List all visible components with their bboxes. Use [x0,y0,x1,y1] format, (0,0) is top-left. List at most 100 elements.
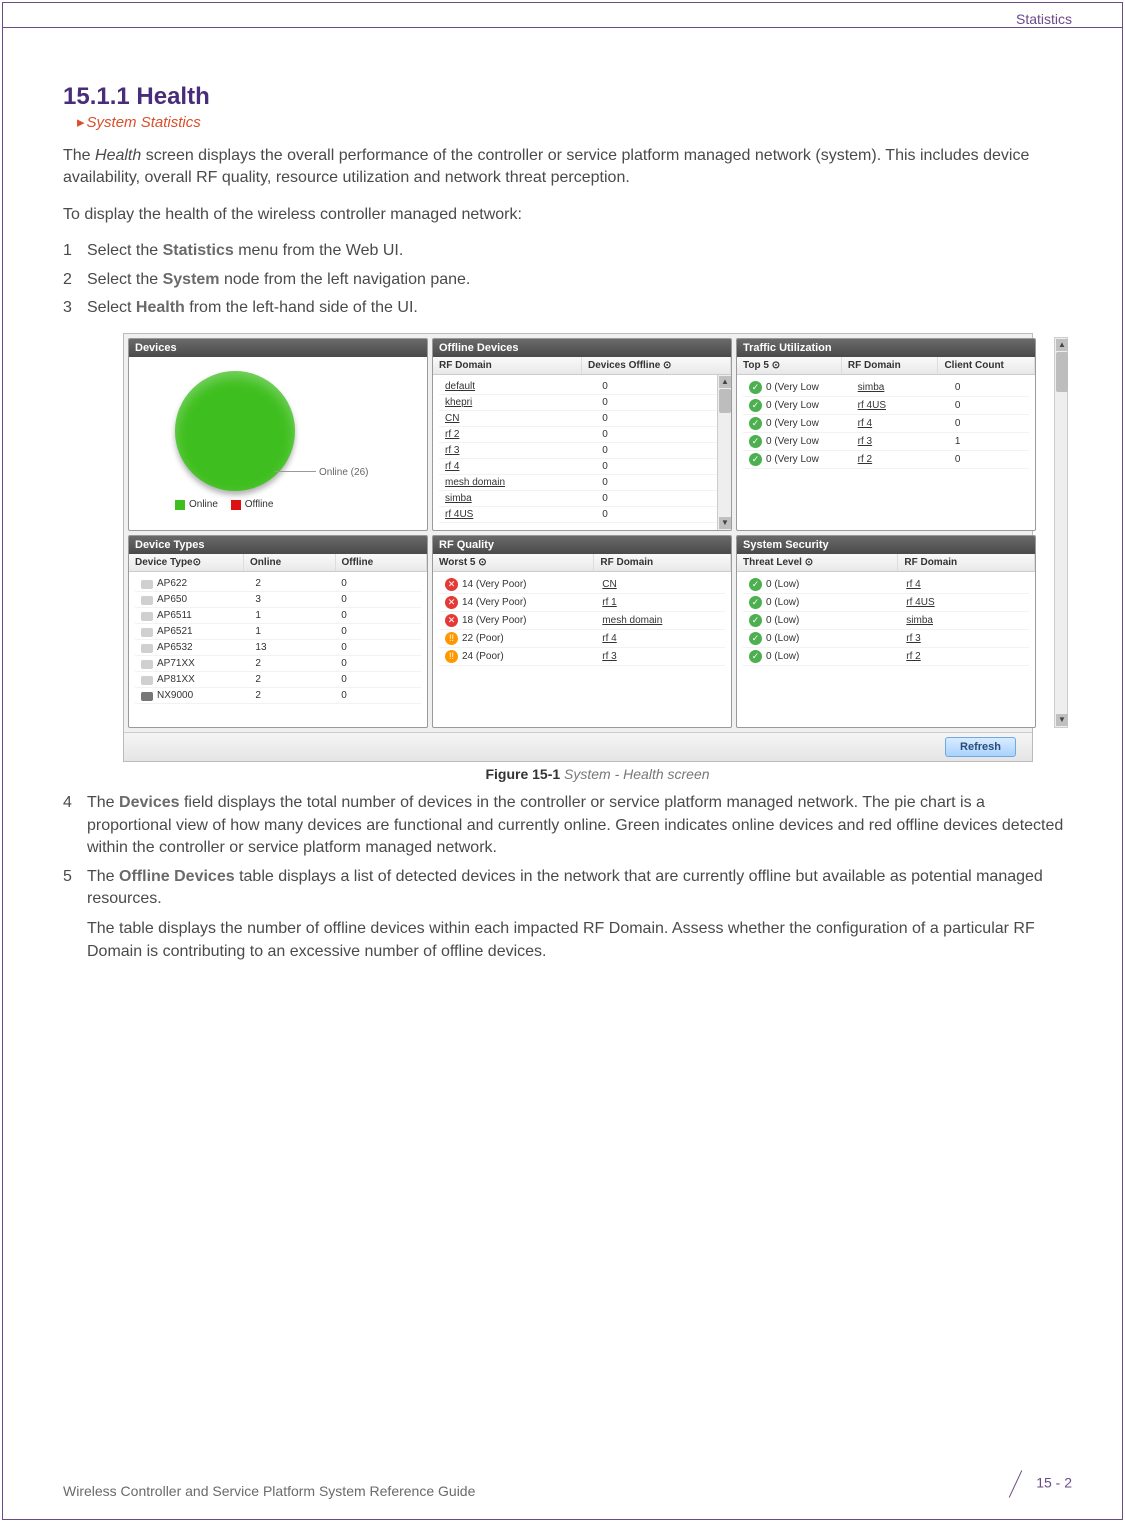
col-threat-level[interactable]: Threat Level ⊙ [737,554,898,571]
table-row[interactable]: AP65030 [135,592,421,608]
rf-domain-link[interactable]: CN [602,579,616,590]
table-row[interactable]: !!24 (Poor)rf 3 [439,648,725,666]
sort-icon[interactable]: ⊙ [805,557,813,568]
table-row[interactable]: ✓0 (Very Lowrf 20 [743,451,1029,469]
rf-domain-link[interactable]: rf 4 [858,418,872,429]
rf-domain-link[interactable]: mesh domain [445,477,505,488]
scroll-up-icon[interactable]: ▲ [1056,339,1068,351]
section-title: 15.1.1 Health [63,83,1072,111]
column-headers[interactable]: Top 5 ⊙ RF Domain Client Count [737,357,1035,375]
rf-domain-link[interactable]: simba [858,382,885,393]
col-offline[interactable]: Offline [336,554,427,571]
col-device-type[interactable]: Device Type⊙ [129,554,244,571]
table-row[interactable]: ✕18 (Very Poor)mesh domain [439,612,725,630]
col-online[interactable]: Online [244,554,335,571]
table-row[interactable]: AP652110 [135,624,421,640]
table-row[interactable]: mesh domain0 [439,475,725,491]
column-headers[interactable]: Worst 5 ⊙ RF Domain [433,554,731,572]
rf-domain-link[interactable]: rf 3 [602,651,616,662]
rf-domain-link[interactable]: CN [445,413,459,424]
rf-domain-link[interactable]: simba [445,493,472,504]
table-row[interactable]: rf 40 [439,459,725,475]
col-top5[interactable]: Top 5 ⊙ [737,357,842,374]
sort-icon[interactable]: ⊙ [772,360,780,371]
check-icon: ✓ [749,632,762,645]
table-row[interactable]: ✓0 (Low)simba [743,612,1029,630]
rf-domain-link[interactable]: rf 4US [445,509,473,520]
rf-domain-link[interactable]: khepri [445,397,472,408]
cell-value: 2 [249,656,335,672]
pie-chart [175,371,295,491]
rf-domain-link[interactable]: rf 3 [858,436,872,447]
rf-domain-link[interactable]: rf 2 [906,651,920,662]
col-rf-domain[interactable]: RF Domain [898,554,1035,571]
col-rf-domain[interactable]: RF Domain [842,357,939,374]
sort-icon[interactable]: ⊙ [663,360,671,371]
cell-value: 0 [335,576,421,592]
table-row[interactable]: AP6532130 [135,640,421,656]
column-headers[interactable]: RF Domain Devices Offline ⊙ [433,357,731,375]
table-row[interactable]: AP651110 [135,608,421,624]
table-row[interactable]: rf 4US 0 [439,507,725,523]
table-row[interactable]: ✓0 (Low)rf 4 [743,576,1029,594]
rf-domain-link[interactable]: rf 4 [602,633,616,644]
table-row[interactable]: AP71XX20 [135,656,421,672]
rf-domain-link[interactable]: rf 1 [602,597,616,608]
scroll-up-icon[interactable]: ▲ [719,376,731,388]
table-row[interactable]: AP81XX20 [135,672,421,688]
footer-guide-title: Wireless Controller and Service Platform… [63,1483,475,1499]
table-row[interactable]: !!22 (Poor)rf 4 [439,630,725,648]
panel-title: Traffic Utilization [737,339,1035,357]
scroll-down-icon[interactable]: ▼ [1056,714,1068,726]
col-rf-domain[interactable]: RF Domain [594,554,731,571]
refresh-button[interactable]: Refresh [945,737,1016,757]
rf-domain-link[interactable]: rf 4 [906,579,920,590]
table-row[interactable]: ✓0 (Very Lowrf 4US0 [743,397,1029,415]
col-devices-offline[interactable]: Devices Offline ⊙ [582,357,731,374]
rf-domain-link[interactable]: rf 4 [445,461,459,472]
rf-domain-link[interactable]: rf 2 [445,429,459,440]
table-row[interactable]: ✓0 (Very Lowrf 31 [743,433,1029,451]
sort-icon[interactable]: ⊙ [193,557,201,568]
cell-value: 0 [596,395,725,411]
table-row[interactable]: rf 20 [439,427,725,443]
step-text: The [87,794,119,811]
rf-domain-link[interactable]: rf 3 [445,445,459,456]
table-row[interactable]: NX900020 [135,688,421,704]
col-rf-domain[interactable]: RF Domain [433,357,582,374]
scroll-thumb[interactable] [719,389,731,413]
table-row[interactable]: CN0 [439,411,725,427]
table-row[interactable]: khepri 0 [439,395,725,411]
table-row[interactable]: ✓0 (Low)rf 3 [743,630,1029,648]
breadcrumb: System Statistics [77,113,1072,131]
column-headers[interactable]: Threat Level ⊙ RF Domain [737,554,1035,572]
table-row[interactable]: ✓0 (Low)rf 4US [743,594,1029,612]
scroll-thumb[interactable] [1056,352,1068,392]
table-row[interactable]: AP62220 [135,576,421,592]
table-row[interactable]: rf 30 [439,443,725,459]
table-row[interactable]: default0 [439,379,725,395]
table-row[interactable]: ✓0 (Very Lowrf 40 [743,415,1029,433]
table-row[interactable]: ✕14 (Very Poor)CN [439,576,725,594]
panel-body: ✕14 (Very Poor)CN✕14 (Very Poor)rf 1✕18 … [433,572,731,727]
status-icon: ✕ [445,596,458,609]
column-headers[interactable]: Device Type⊙ Online Offline [129,554,427,572]
table-row[interactable]: ✓0 (Very Lowsimba0 [743,379,1029,397]
rf-domain-link[interactable]: rf 4US [858,400,886,411]
scrollbar[interactable]: ▲ ▼ [717,375,731,530]
col-worst5[interactable]: Worst 5 ⊙ [433,554,594,571]
rf-domain-link[interactable]: simba [906,615,933,626]
table-row[interactable]: ✓0 (Low)rf 2 [743,648,1029,666]
rf-domain-link[interactable]: default [445,381,475,392]
rf-domain-link[interactable]: rf 3 [906,633,920,644]
rf-domain-link[interactable]: mesh domain [602,615,662,626]
rf-domain-link[interactable]: rf 4US [906,597,934,608]
rf-domain-link[interactable]: rf 2 [858,454,872,465]
sort-icon[interactable]: ⊙ [478,557,486,568]
outer-scrollbar[interactable]: ▲ ▼ [1054,337,1068,728]
col-client-count[interactable]: Client Count [938,357,1035,374]
cell-value: 0 [596,507,725,523]
table-row[interactable]: simba0 [439,491,725,507]
table-row[interactable]: ✕14 (Very Poor)rf 1 [439,594,725,612]
scroll-down-icon[interactable]: ▼ [719,517,731,529]
